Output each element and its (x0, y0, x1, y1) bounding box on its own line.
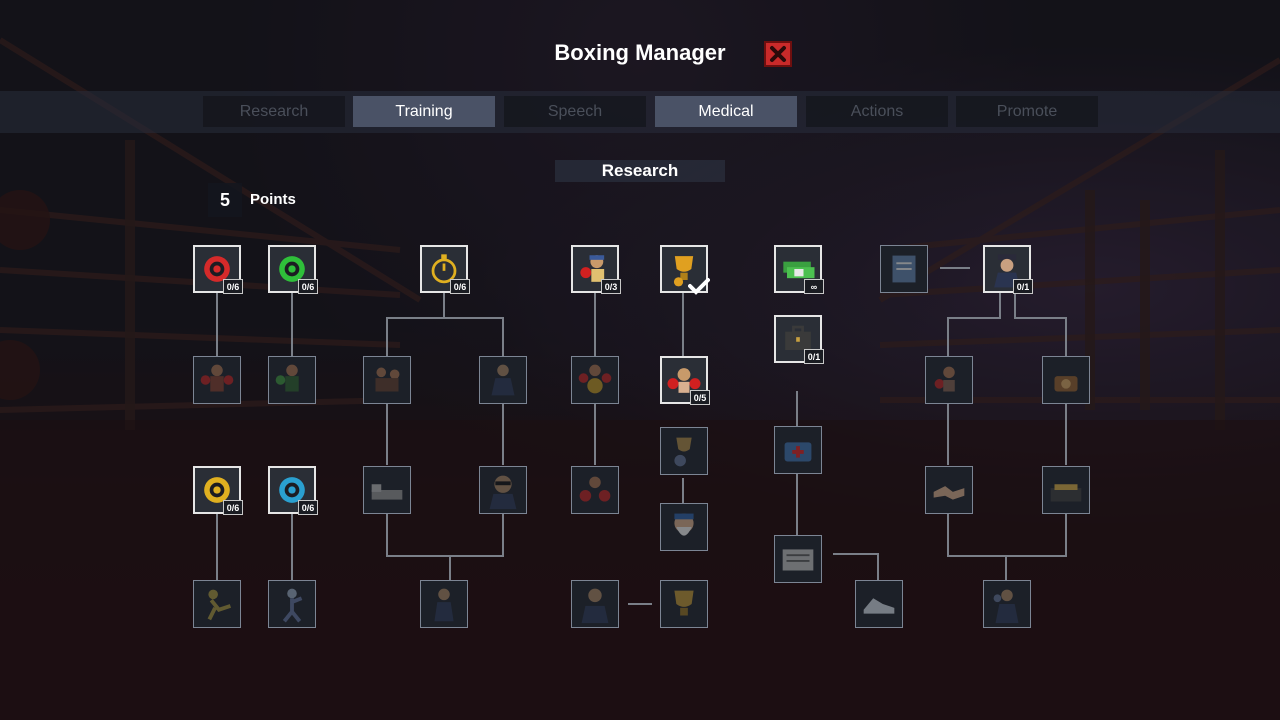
skill-node-bearded-man[interactable] (660, 503, 708, 551)
skill-node-document[interactable] (880, 245, 928, 293)
skill-node-stopwatch[interactable]: 0/6 (420, 245, 470, 294)
sunglasses-man-icon (489, 475, 517, 510)
boxer-green-icon (275, 364, 299, 392)
skill-node-promoter[interactable] (983, 580, 1031, 628)
skill-level-badge: 0/1 (804, 349, 824, 364)
skill-node-blue-gear[interactable]: 0/6 (268, 466, 318, 515)
skill-level-badge: 0/6 (223, 279, 243, 294)
promoter-icon (993, 589, 1019, 624)
skill-level-badge: 0/6 (298, 279, 318, 294)
phone-icon (1054, 376, 1078, 392)
skill-level-badge: 0/5 (690, 390, 710, 405)
checkmark-icon (688, 278, 710, 295)
presenter-icon (434, 588, 454, 622)
document-icon (892, 255, 916, 283)
fighter-blue-icon (282, 588, 303, 623)
skill-node-trophy-gold[interactable] (660, 580, 708, 628)
champion-belt-icon (578, 364, 612, 394)
cash-case-icon (1050, 484, 1082, 502)
skill-node-boxer-green[interactable] (268, 356, 316, 404)
skill-node-boxer-stance[interactable] (193, 356, 241, 404)
skill-level-badge: 0/3 (601, 279, 621, 294)
skill-node-young-boxer[interactable] (925, 356, 973, 404)
skill-node-gloves-up[interactable] (571, 466, 619, 514)
skill-node-medical-kit[interactable] (774, 426, 822, 474)
skill-node-yellow-gear[interactable]: 0/6 (193, 466, 243, 515)
sparring-icon (375, 367, 400, 392)
skill-node-boxer-gloves[interactable]: 0/5 (660, 356, 710, 405)
skill-node-bed[interactable] (363, 466, 411, 514)
skill-level-badge: 0/1 (1013, 279, 1033, 294)
gloves-up-icon (579, 476, 611, 502)
young-boxer-icon (934, 366, 955, 392)
skill-level-badge: 0/6 (450, 279, 470, 294)
skill-node-red-gear[interactable]: 0/6 (193, 245, 243, 294)
skill-node-belt-boxer[interactable] (571, 356, 619, 404)
bearded-man-icon (674, 513, 694, 536)
skill-level-badge: 0/6 (298, 500, 318, 515)
skill-node-sparring[interactable] (363, 356, 411, 404)
skill-node-handshake[interactable] (925, 466, 973, 514)
trophy-small-icon (674, 437, 692, 467)
skill-node-cash-case[interactable] (1042, 466, 1090, 514)
skill-node-sneaker[interactable] (855, 580, 903, 628)
skill-node-boxer-cap[interactable]: 0/3 (571, 245, 621, 294)
kick-fighter-icon (207, 589, 232, 621)
skill-node-suit-manager[interactable] (479, 356, 527, 404)
medical-kit-icon (784, 442, 812, 462)
agent-icon (581, 588, 609, 624)
skill-node-money[interactable]: ∞ (774, 245, 824, 294)
skill-node-briefcase[interactable]: 0/1 (774, 315, 824, 364)
skill-node-trophy[interactable] (660, 245, 710, 295)
skill-node-sunglasses-man[interactable] (479, 466, 527, 514)
skill-node-agent[interactable] (571, 580, 619, 628)
boxer-stance-icon (200, 364, 234, 392)
skill-node-presenter[interactable] (420, 580, 468, 628)
trophy-gold-icon (674, 590, 694, 616)
sneaker-icon (863, 598, 895, 614)
skill-node-manager[interactable]: 0/1 (983, 245, 1033, 294)
suit-man-icon (491, 364, 515, 396)
handshake-icon (933, 486, 965, 500)
bed-icon (371, 484, 403, 500)
skill-node-trophy-small[interactable] (660, 427, 708, 475)
skill-level-badge: 0/6 (223, 500, 243, 515)
skill-node-phone[interactable] (1042, 356, 1090, 404)
skill-node-green-gear[interactable]: 0/6 (268, 245, 318, 294)
skill-node-fighter-blue[interactable] (268, 580, 316, 628)
skill-level-badge: ∞ (804, 279, 824, 294)
skill-node-kick[interactable] (193, 580, 241, 628)
newspaper-icon (782, 549, 814, 571)
skill-node-newspaper[interactable] (774, 535, 822, 583)
